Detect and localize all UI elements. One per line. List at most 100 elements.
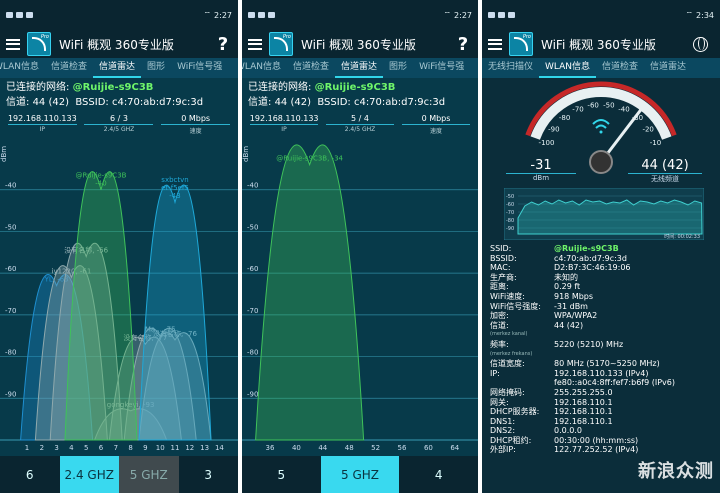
gauge-tick-label: -80 [559,114,570,122]
channel-value: 44 (42) [628,158,702,174]
tab-bar: WLAN信息 信道检查 信道雷达 图形 WiFi信号强 [242,58,478,78]
detail-row: BSSID: c4:70:ab:d7:9c:3d [482,254,720,264]
help-icon[interactable]: ? [454,34,472,55]
detail-row: WiFi信号强度: -31 dBm [482,302,720,312]
stat-label: IP [39,126,46,133]
mini-time-label: 时间: 00:02:33 [664,233,700,240]
stat-label: IP [281,126,287,133]
tab-wlan-info[interactable]: WLAN信息 [242,58,287,78]
y-tick-label: -90 [247,390,258,398]
stats-row: 192.168.110.133 IP 6 / 3 2.4/5 GHZ 0 Mbps 速… [0,114,238,135]
detail-key: BSSID: [490,253,517,263]
detail-value: 未知的 [554,272,578,282]
band-24ghz-button[interactable]: 2.4 GHZ [59,456,119,493]
x-tick-label: 8 [128,444,132,452]
help-icon[interactable]: ? [214,34,232,55]
x-tick-label: 64 [450,444,459,452]
tab-bar: 无线扫描仪 WLAN信息 信道检查 信道雷达 [482,58,720,78]
app-logo: Pro [509,32,533,56]
y-tick-label: -80 [247,349,258,357]
detail-row: DHCP服务器: 192.168.110.1 [482,407,720,417]
y-tick-label: -90 [5,390,16,398]
notification-icon [508,12,515,18]
screenshot-panel-5ghz: ⌔2:27 Pro WiFi 概观 360专业版 ? WLAN信息 信道检查 信… [242,0,478,493]
stat-value: 6 / 3 [84,114,154,125]
detail-value: fe80::a0c4:8ff:fef7:b6f9 (IPv6) [554,378,675,388]
x-tick-label: 14 [215,444,224,452]
x-tick-label: 10 [156,444,165,452]
detail-key: DNS1: [490,416,516,426]
tab-graph[interactable]: 图形 [383,58,413,78]
connected-ssid: @Ruijie-s9C3B [72,82,154,93]
stat-value: 5 / 4 [325,114,395,125]
connected-ssid: @Ruijie-s9C3B [314,82,396,93]
dbm-readout: -31 dBm [506,158,576,182]
tab-bar: WLAN信息 信道检查 信道雷达 图形 WiFi信号强 [0,58,238,78]
x-tick-label: 48 [345,444,354,452]
stat-value: 0 Mbps [401,114,471,125]
tab-graph[interactable]: 图形 [141,58,171,78]
detail-key: SSID: [490,244,512,253]
detail-row: 网络掩码: 255.255.255.0 [482,388,720,398]
gauge-tick-label: -90 [548,125,559,133]
notification-icon [268,12,275,18]
app-title: WiFi 概观 360专业版 [301,37,416,52]
detail-value: @Ruijie-s9C3B [554,244,619,253]
connected-label: 已连接的网络: [248,82,312,93]
tab-channel-check[interactable]: 信道检查 [45,58,93,78]
mini-y-tick: -90 [506,226,514,232]
menu-icon[interactable] [488,38,502,50]
wifi-status-icon: ⌔ [203,10,212,19]
detail-value: 0.29 ft [554,282,581,292]
detail-key: WiFi速度: [490,291,525,301]
status-time: 2:27 [214,10,232,20]
count-24ghz: 5 [277,467,286,482]
x-tick-label: 2 [40,444,44,452]
signal-history-chart: -50 -60 -70 -80 -90 时间: 00:02:33 [504,188,704,240]
y-tick-label: -70 [247,307,258,315]
tab-wlan-info[interactable]: WLAN信息 [0,58,45,78]
y-tick-label: -40 [247,182,258,190]
channel-radar-chart-24ghz: dBm-40-50-60-70-80-901 2 3 4 5 6 7 8 9 10 11 12 13 14… [0,142,238,456]
detail-row: IP: 192.168.110.133 (IPv4) [482,369,720,379]
tab-channel-check[interactable]: 信道检查 [596,58,644,78]
detail-row: WiFi速度: 918 Mbps [482,292,720,302]
connection-info: 已连接的网络: @Ruijie-s9C3B 信道: 44 (42) BSSID:… [242,78,478,112]
band-5ghz-button[interactable]: 5 GHZ [320,456,400,493]
x-tick-label: 4 [69,444,74,452]
tab-channel-radar[interactable]: 信道雷达 [644,58,692,78]
detail-key: MAC: [490,263,511,273]
channel-label: 信道: [248,97,272,108]
tab-channel-radar[interactable]: 信道雷达 [93,58,142,78]
band-5ghz-button[interactable]: 5 GHZ [119,456,179,493]
connection-info: 已连接的网络: @Ruijie-s9C3B 信道: 44 (42) BSSID:… [0,78,238,112]
network-label: @Ruijie-s9C3B, -34 [276,155,343,163]
notification-icon [248,12,255,18]
detail-value: 255.255.255.0 [554,387,613,397]
detail-value: 192.168.110.1 [554,407,613,417]
detail-row: 外部IP: 122.77.252.52 (IPv4) [482,445,720,455]
tab-wlan-info[interactable]: WLAN信息 [539,58,597,78]
mini-y-tick: -70 [506,210,514,216]
tab-channel-radar[interactable]: 信道雷达 [335,58,384,78]
detail-row: DNS1: 192.168.110.1 [482,417,720,427]
channel-readout: 44 (42) 无线频道 [628,158,702,184]
tab-channel-check[interactable]: 信道检查 [287,58,335,78]
app-logo: Pro [269,32,293,56]
menu-icon[interactable] [248,38,262,50]
globe-icon[interactable] [693,36,708,52]
y-tick-label: -50 [247,223,258,231]
tab-signal-strength[interactable]: WiFi信号强 [171,58,228,78]
detail-subkey: (merkez kanal) [490,331,528,338]
status-time: 2:34 [696,10,714,20]
menu-icon[interactable] [6,38,20,50]
status-bar: ⌔ 2:34 [482,0,720,30]
detail-row: SSID: @Ruijie-s9C3B [482,244,720,254]
band-selector: 5 5 GHZ 4 [242,456,478,493]
tab-wireless-scanner[interactable]: 无线扫描仪 [482,58,539,78]
tab-signal-strength[interactable]: WiFi信号强 [413,58,470,78]
y-tick-label: -50 [5,223,16,231]
y-tick-label: -60 [5,265,16,273]
wifi-icon-inner [595,124,607,129]
x-tick-label: 9 [143,444,147,452]
